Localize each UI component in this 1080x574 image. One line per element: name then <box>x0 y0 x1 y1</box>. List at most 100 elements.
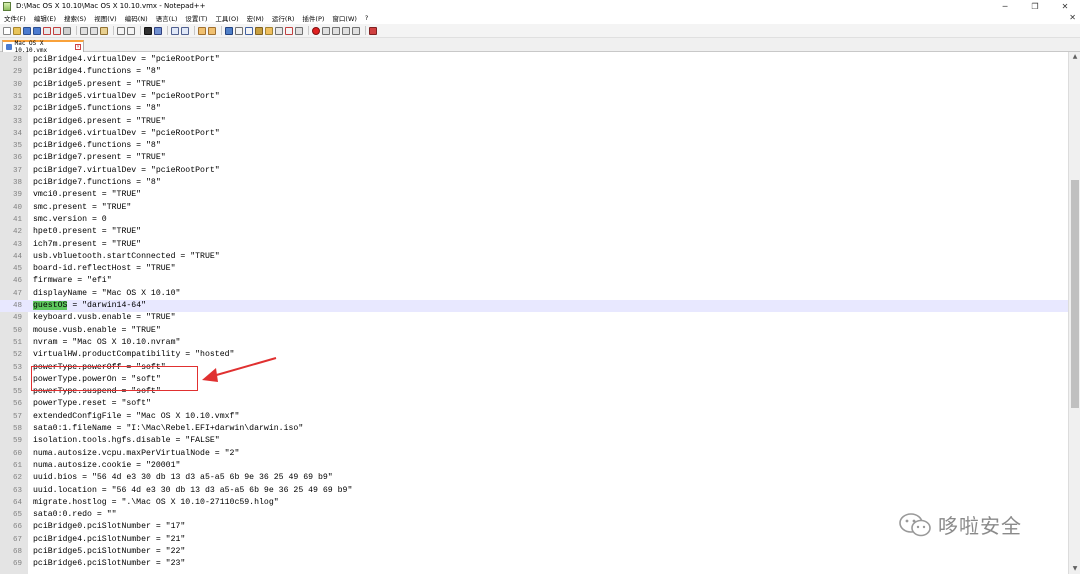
paste-icon[interactable] <box>100 26 108 35</box>
toolbar-separator <box>113 26 114 35</box>
save-macro-icon[interactable] <box>352 26 360 35</box>
replace-icon[interactable] <box>154 26 162 35</box>
tab-mac-os-vmx[interactable]: Mac OS X 10.10.vmx × <box>2 40 84 54</box>
save-all-icon[interactable] <box>33 26 41 35</box>
indent-guide-icon[interactable] <box>245 26 253 35</box>
open-file-icon[interactable] <box>13 26 21 35</box>
zoom-in-icon[interactable] <box>171 26 179 35</box>
line-code: pciBridge5.pciSlotNumber = "22" <box>33 547 186 556</box>
save-icon[interactable] <box>23 26 31 35</box>
run-macro-multiple-icon[interactable] <box>342 26 350 35</box>
editor[interactable]: 28 pciBridge4.virtualDev = "pcieRootPort"… <box>0 52 1068 574</box>
line-number: 60 <box>12 449 22 458</box>
line-number: 69 <box>12 560 22 569</box>
line-number: 58 <box>12 425 22 433</box>
saved-disk-icon <box>6 44 12 50</box>
line-code: numa.autosize.cookie = "20001" <box>33 460 181 470</box>
line-code: sata0:0.redo = "" <box>33 510 117 520</box>
menu-settings[interactable]: 设置(T) <box>181 13 211 23</box>
code-line[interactable]: 58 sata0:1.fileName = "I:\Mac\Rebel.EFI+d… <box>0 423 1068 435</box>
menu-search[interactable]: 搜索(S) <box>60 13 90 23</box>
line-code: sata0:1.fileName = "I:\Mac\Rebel.EFI+dar… <box>33 424 304 433</box>
close-button[interactable]: ✕ <box>1050 0 1080 12</box>
code-line[interactable]: 61 numa.autosize.cookie = "20001" <box>0 460 1068 472</box>
window-title: D:\Mac OS X 10.10\Mac OS X 10.10.vmx - N… <box>16 2 206 10</box>
line-code: pciBridge0.pciSlotNumber = "17" <box>33 522 186 532</box>
scroll-down-icon[interactable]: ▼ <box>1071 565 1079 573</box>
scroll-thumb[interactable] <box>1071 180 1079 408</box>
line-code: numa.autosize.vcpu.maxPerVirtualNode = "… <box>33 448 240 458</box>
minimize-button[interactable]: ─ <box>990 0 1020 12</box>
copy-icon[interactable] <box>90 26 98 35</box>
code-line[interactable]: 64 migrate.hostlog = ".\Mac OS X 10.10-27… <box>0 497 1068 509</box>
zoom-out-icon[interactable] <box>181 26 189 35</box>
language-icon[interactable] <box>255 26 263 35</box>
line-number: 59 <box>12 437 22 446</box>
code-line[interactable]: 60 numa.autosize.vcpu.maxPerVirtualNode =… <box>0 448 1068 460</box>
line-code: migrate.hostlog = ".\Mac OS X 10.10-2711… <box>33 497 279 507</box>
show-all-chars-icon[interactable] <box>235 26 243 35</box>
code-line[interactable]: 69 pciBridge6.pciSlotNumber = "23" <box>0 558 1068 570</box>
toolbar <box>0 24 1080 38</box>
find-icon[interactable] <box>144 26 152 35</box>
menu-tools[interactable]: 工具(O) <box>211 13 242 23</box>
line-code: uuid.bios = "56 4d e3 30 db 13 d3 a5-a5 … <box>33 473 333 483</box>
line-number: 65 <box>12 511 22 520</box>
watermark-text: 哆啦安全 <box>938 514 1022 538</box>
spell-check-icon[interactable] <box>369 26 377 35</box>
line-code: pciBridge6.pciSlotNumber = "23" <box>33 559 186 569</box>
menu-encoding[interactable]: 编码(N) <box>121 13 152 23</box>
window-controls: ─ ❐ ✕ <box>990 0 1080 12</box>
menu-edit[interactable]: 编辑(E) <box>30 13 60 23</box>
line-code: extendedConfigFile = "Mac OS X 10.10.vmx… <box>33 411 240 421</box>
cut-icon[interactable] <box>80 26 88 35</box>
redo-icon[interactable] <box>127 26 135 35</box>
code-line[interactable]: 63 uuid.location = "56 4d e3 30 db 13 d3 … <box>0 485 1068 497</box>
close-document-icon[interactable]: ✕ <box>1069 13 1076 22</box>
wechat-logo-icon <box>899 512 931 536</box>
close-all-icon[interactable] <box>53 26 61 35</box>
line-number: 62 <box>12 474 22 483</box>
menu-language[interactable]: 语言(L) <box>152 13 182 23</box>
function-list-icon[interactable] <box>275 26 283 35</box>
menu-run[interactable]: 运行(R) <box>268 13 299 23</box>
tab-bar: Mac OS X 10.10.vmx × <box>0 38 1080 54</box>
close-file-icon[interactable] <box>43 26 51 35</box>
word-wrap-icon[interactable] <box>225 26 233 35</box>
doc-map-icon[interactable] <box>265 26 273 35</box>
toolbar-separator <box>76 26 77 35</box>
tab-close-icon[interactable]: × <box>75 44 81 50</box>
menu-macro[interactable]: 宏(M) <box>243 13 268 23</box>
new-file-icon[interactable] <box>3 26 11 35</box>
code-line[interactable]: 62 uuid.bios = "56 4d e3 30 db 13 d3 a5-a… <box>0 472 1068 484</box>
record-macro-icon[interactable] <box>312 26 320 35</box>
line-number: 64 <box>12 498 22 507</box>
scroll-up-icon[interactable]: ▲ <box>1071 53 1079 61</box>
line-code: uuid.location = "56 4d e3 30 db 13 d3 a5… <box>33 485 353 495</box>
menu-view[interactable]: 视图(V) <box>90 13 121 23</box>
vertical-scrollbar[interactable]: ▲ ▼ <box>1068 52 1080 574</box>
print-icon[interactable] <box>63 26 71 35</box>
code-line[interactable]: 59 isolation.tools.hgfs.disable = "FALSE" <box>0 435 1068 447</box>
sync-horizontal-icon[interactable] <box>208 26 216 35</box>
folder-workspace-icon[interactable] <box>285 26 293 35</box>
toolbar-separator <box>167 26 168 35</box>
line-number: 63 <box>12 486 22 495</box>
line-number: 61 <box>12 461 22 470</box>
code-line[interactable]: 57 extendedConfigFile = "Mac OS X 10.10.v… <box>0 411 1068 423</box>
stop-macro-icon[interactable] <box>322 26 330 35</box>
monitoring-icon[interactable] <box>295 26 303 35</box>
menu-window[interactable]: 窗口(W) <box>328 13 361 23</box>
undo-icon[interactable] <box>117 26 125 35</box>
menu-help[interactable]: ? <box>361 14 372 22</box>
menu-plugins[interactable]: 插件(P) <box>298 13 328 23</box>
watermark: 哆啦安全 <box>898 510 1022 539</box>
toolbar-separator <box>308 26 309 35</box>
play-macro-icon[interactable] <box>332 26 340 35</box>
sync-vertical-icon[interactable] <box>198 26 206 35</box>
maximize-button[interactable]: ❐ <box>1020 0 1050 12</box>
menu-file[interactable]: 文件(F) <box>0 13 30 23</box>
code-line[interactable]: 68 pciBridge5.pciSlotNumber = "22" <box>0 546 1068 558</box>
line-code: isolation.tools.hgfs.disable = "FALSE" <box>33 436 220 446</box>
menu-bar: 文件(F) 编辑(E) 搜索(S) 视图(V) 编码(N) 语言(L) 设置(T… <box>0 12 1080 24</box>
